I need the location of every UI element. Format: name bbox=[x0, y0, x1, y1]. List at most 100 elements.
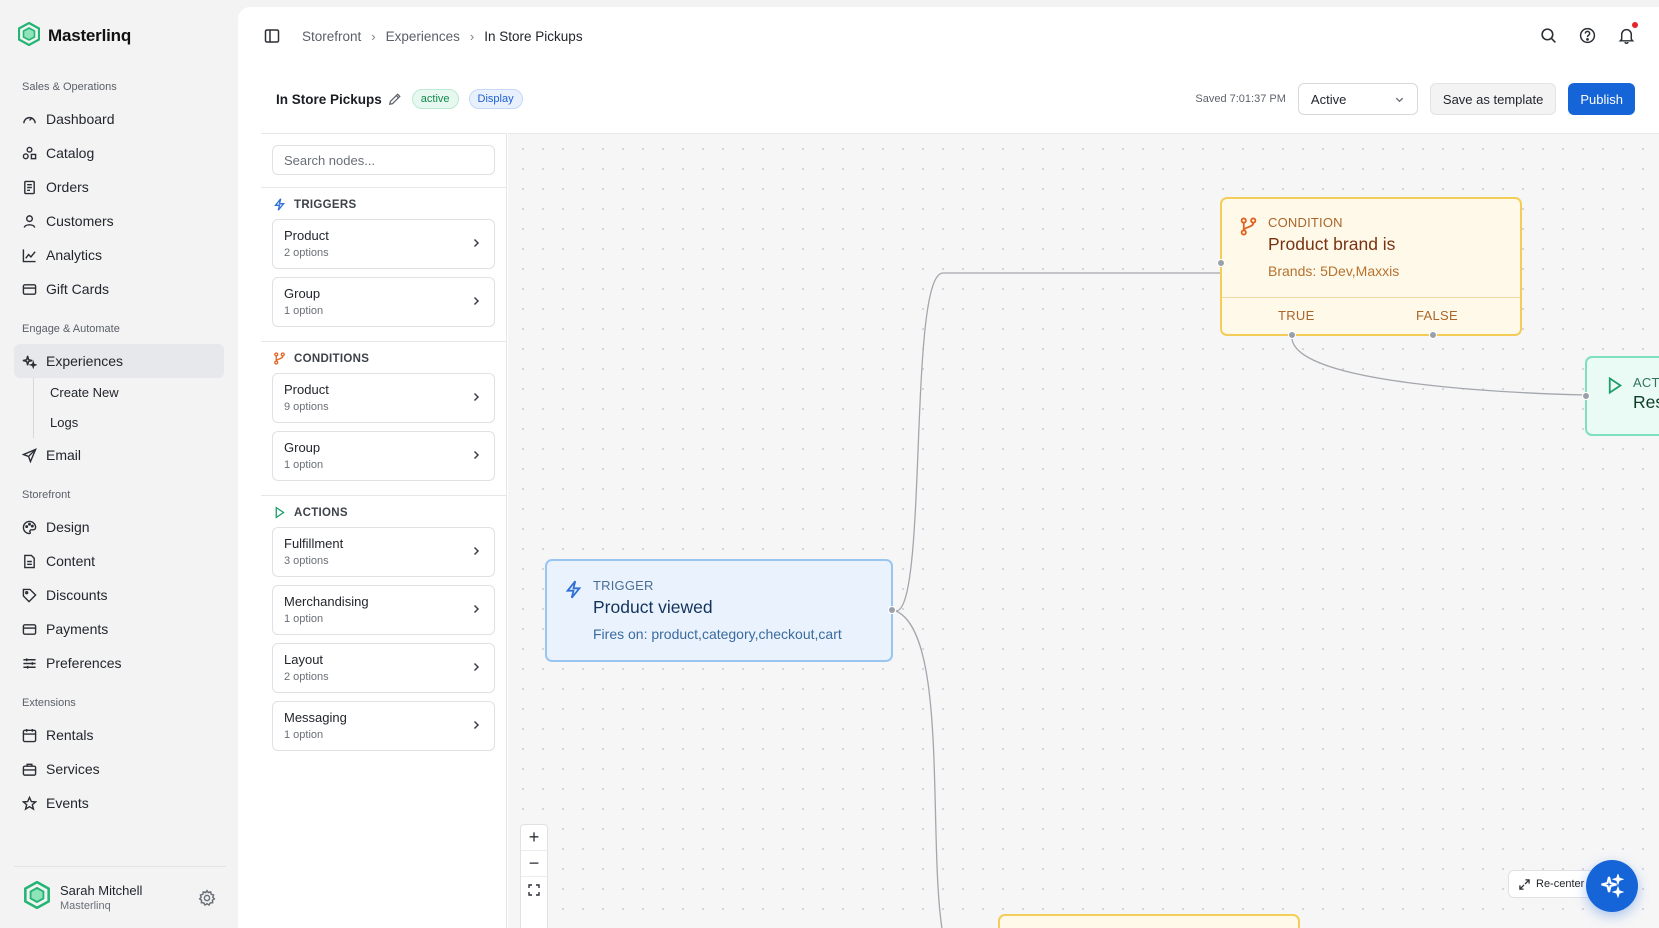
sidebar-item-payments[interactable]: Payments bbox=[14, 612, 224, 646]
experience-header: In Store Pickups active Display Saved 7:… bbox=[238, 65, 1659, 133]
trigger-node[interactable]: TRIGGER Product viewed Fires on: product… bbox=[545, 559, 896, 662]
node-type-label: TRIGGER bbox=[593, 578, 654, 593]
sidebar-item-rentals[interactable]: Rentals bbox=[14, 718, 224, 752]
flow-canvas[interactable]: CONDITION Product brand is Brands: 5Dev,… bbox=[508, 133, 1659, 928]
sidebar-item-events[interactable]: Events bbox=[14, 786, 224, 820]
node-title: Restrict to pickup only bbox=[1633, 392, 1659, 412]
brand-name: Masterlinq bbox=[48, 26, 132, 45]
gear-icon[interactable] bbox=[198, 889, 216, 907]
search-nodes-input[interactable]: Search nodes... bbox=[272, 145, 495, 175]
briefcase-icon bbox=[22, 763, 37, 776]
sidebar-item-email[interactable]: Email bbox=[14, 438, 224, 472]
section-title: ACTIONS bbox=[294, 506, 348, 519]
save-as-template-button[interactable]: Save as template bbox=[1429, 83, 1557, 115]
section-title: TRIGGERS bbox=[294, 198, 357, 211]
sidebar-item-label: Customers bbox=[46, 213, 114, 229]
section-title: CONDITIONS bbox=[294, 352, 370, 365]
sidebar-subitem-logs[interactable]: Logs bbox=[50, 408, 224, 438]
sidebar-item-label: Content bbox=[46, 553, 96, 569]
true-output-handle[interactable] bbox=[1288, 331, 1296, 339]
action-node[interactable]: ACTION Restrict to pickup only bbox=[1582, 356, 1659, 436]
brand[interactable]: Masterlinq bbox=[14, 0, 224, 72]
trigger-output-handle[interactable] bbox=[888, 606, 896, 614]
palette-action-fulfillment[interactable]: Fulfillment 3 options bbox=[272, 527, 495, 577]
shapes-icon bbox=[22, 146, 37, 159]
item-title: Group bbox=[284, 286, 321, 301]
edge-trigger-to-condition bbox=[895, 272, 1220, 612]
chevron-right-icon: › bbox=[469, 28, 475, 44]
search-icon[interactable] bbox=[1540, 27, 1557, 44]
calendar-icon bbox=[22, 728, 37, 742]
item-sub: 3 options bbox=[284, 555, 329, 567]
status-select[interactable]: Active bbox=[1297, 83, 1418, 115]
sidebar-toggle-icon[interactable] bbox=[264, 28, 280, 44]
false-output-handle[interactable] bbox=[1429, 331, 1437, 339]
condition-node[interactable]: CONDITION Product brand is Brands: 5Dev,… bbox=[1217, 197, 1522, 339]
condition-input-handle[interactable] bbox=[1217, 259, 1225, 267]
palette-trigger-product[interactable]: Product 2 options bbox=[272, 219, 495, 269]
branch-icon bbox=[274, 352, 285, 365]
sidebar-item-experiences[interactable]: Experiences bbox=[14, 344, 224, 378]
section-label: Extensions bbox=[22, 697, 76, 709]
breadcrumb-experiences[interactable]: Experiences bbox=[386, 29, 460, 44]
sidebar-item-orders[interactable]: Orders bbox=[14, 170, 224, 204]
palette-condition-group[interactable]: Group 1 option bbox=[272, 431, 495, 481]
sidebar-item-dashboard[interactable]: Dashboard bbox=[14, 102, 224, 136]
bell-icon bbox=[1618, 28, 1635, 44]
condition-node-partial[interactable] bbox=[998, 914, 1300, 928]
tag-icon bbox=[22, 588, 37, 603]
sidebar-subitem-create-new[interactable]: Create New bbox=[50, 378, 224, 408]
sidebar-item-discounts[interactable]: Discounts bbox=[14, 578, 224, 612]
notifications[interactable] bbox=[1618, 22, 1638, 47]
line-chart-icon bbox=[22, 248, 36, 262]
palette-trigger-group[interactable]: Group 1 option bbox=[272, 277, 495, 327]
palette-action-layout[interactable]: Layout 2 options bbox=[272, 643, 495, 693]
chevron-right-icon bbox=[473, 296, 480, 306]
sidebar-item-customers[interactable]: Customers bbox=[14, 204, 224, 238]
sidebar-item-services[interactable]: Services bbox=[14, 752, 224, 786]
gauge-icon bbox=[23, 116, 36, 123]
nav-group-storefront: Storefront Design Content Discounts Paym… bbox=[14, 486, 224, 680]
breadcrumb-storefront[interactable]: Storefront bbox=[302, 29, 361, 44]
breadcrumb: Storefront › Experiences › In Store Pick… bbox=[302, 29, 583, 44]
user-icon bbox=[23, 214, 36, 228]
publish-button[interactable]: Publish bbox=[1568, 83, 1635, 115]
sidebar-item-analytics[interactable]: Analytics bbox=[14, 238, 224, 272]
sidebar-item-label: Events bbox=[46, 795, 89, 811]
ai-assistant-button[interactable] bbox=[1586, 860, 1638, 912]
send-icon bbox=[22, 447, 37, 463]
recenter-button[interactable]: Re-center bbox=[1508, 870, 1596, 898]
fit-view-button[interactable] bbox=[521, 877, 547, 903]
sidebar-item-label: Analytics bbox=[46, 247, 103, 263]
sidebar-item-content[interactable]: Content bbox=[14, 544, 224, 578]
item-sub: 1 option bbox=[284, 729, 324, 741]
status-badge: active bbox=[411, 89, 459, 109]
palette-action-messaging[interactable]: Messaging 1 option bbox=[272, 701, 495, 751]
chevron-down-icon bbox=[1395, 97, 1404, 102]
triggers-header: TRIGGERS bbox=[273, 198, 495, 211]
node-subtitle: Fires on: product,category,checkout,cart bbox=[593, 626, 842, 642]
palette-condition-product[interactable]: Product 9 options bbox=[272, 373, 495, 423]
user-name: Sarah Mitchell bbox=[60, 883, 143, 898]
palette-action-merchandising[interactable]: Merchandising 1 option bbox=[272, 585, 495, 635]
sidebar-item-catalog[interactable]: Catalog bbox=[14, 136, 224, 170]
nav-group-sales: Sales & Operations Dashboard Catalog Ord… bbox=[14, 78, 224, 306]
zoom-out-button[interactable]: − bbox=[521, 851, 547, 877]
zoom-in-button[interactable]: + bbox=[521, 825, 547, 851]
branch-false-label: FALSE bbox=[1416, 308, 1458, 323]
action-input-handle[interactable] bbox=[1582, 392, 1590, 400]
node-type-label: CONDITION bbox=[1268, 215, 1343, 230]
pencil-icon[interactable] bbox=[388, 92, 402, 106]
chevron-right-icon: › bbox=[371, 28, 376, 44]
sidebar-item-label: Gift Cards bbox=[46, 281, 110, 297]
node-type-label: ACTION bbox=[1633, 375, 1659, 390]
sidebar-item-design[interactable]: Design bbox=[14, 510, 224, 544]
play-icon bbox=[275, 506, 285, 519]
help-icon[interactable] bbox=[1579, 27, 1596, 44]
nav-group-engage: Engage & Automate Experiences Create New… bbox=[14, 320, 224, 472]
sidebar-item-preferences[interactable]: Preferences bbox=[14, 646, 224, 680]
sidebar-item-gift-cards[interactable]: Gift Cards bbox=[14, 272, 224, 306]
chevron-right-icon bbox=[473, 546, 480, 556]
user-card[interactable]: Sarah Mitchell Masterlinq bbox=[14, 866, 226, 928]
breadcrumb-current: In Store Pickups bbox=[484, 28, 583, 44]
